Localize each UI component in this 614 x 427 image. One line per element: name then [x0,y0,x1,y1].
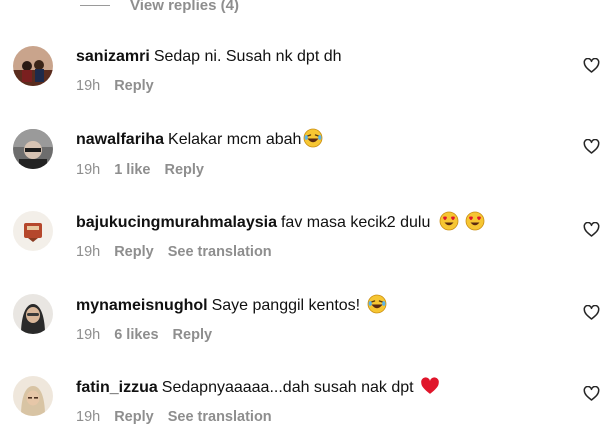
comment-time: 19h [76,409,101,425]
laughing-face-icon [367,294,387,314]
avatar[interactable] [13,211,53,251]
avatar-image [13,294,53,334]
comment-item: mynameisnughol Saye panggil kentos! 19h 6… [0,294,614,364]
comment-meta: 19h 6 likes Reply [76,326,226,344]
comment-text-line: mynameisnughol Saye panggil kentos! [76,294,387,317]
like-heart-icon[interactable] [583,305,600,320]
see-translation-button[interactable]: See translation [168,243,272,261]
comment-body: fav masa kecik2 dulu [280,214,431,231]
comment-item: fatin_izzua Sedapnyaaaaa...dah susah nak … [0,376,614,427]
reply-button[interactable]: Reply [173,326,213,344]
avatar-image [13,211,53,251]
like-heart-icon[interactable] [583,386,600,401]
comment-text-line: nawalfariha Kelakar mcm abah [76,128,323,151]
likes-count[interactable]: 6 likes [114,326,158,344]
comment-text-line: bajukucingmurahmalaysia fav masa kecik2 d… [76,211,485,234]
laughing-face-icon [303,128,323,148]
avatar-image [13,129,53,169]
comment-time: 19h [76,162,101,178]
avatar[interactable] [13,376,53,416]
comment-username[interactable]: mynameisnughol [76,297,208,314]
comment-text-line: fatin_izzua Sedapnyaaaaa...dah susah nak … [76,376,440,399]
comment-username[interactable]: sanizamri [76,48,150,65]
likes-count[interactable]: 1 like [114,161,150,179]
avatar[interactable] [13,46,53,86]
avatar[interactable] [13,294,53,334]
see-translation-button[interactable]: See translation [168,408,272,426]
reply-button[interactable]: Reply [114,408,154,426]
comment-body: Saye panggil kentos! [211,297,361,314]
view-replies-label: View replies (4) [130,0,239,14]
comment-time: 19h [76,327,101,343]
like-heart-icon[interactable] [583,139,600,154]
comment-item: bajukucingmurahmalaysia fav masa kecik2 d… [0,211,614,281]
comment-username[interactable]: fatin_izzua [76,379,158,396]
view-replies-button[interactable]: View replies (4) [80,0,239,14]
comment-meta: 19h Reply See translation [76,408,286,426]
comment-username[interactable]: nawalfariha [76,131,164,148]
comment-time: 19h [76,78,101,94]
red-heart-icon [420,376,440,396]
avatar-image [13,376,53,416]
replies-divider-line [80,4,110,6]
comment-item: nawalfariha Kelakar mcm abah 19h 1 like R… [0,128,614,198]
like-heart-icon[interactable] [583,222,600,237]
comment-item: sanizamri Sedap ni. Susah nk dpt dh 19h R… [0,46,614,116]
like-heart-icon[interactable] [583,58,600,73]
comment-meta: 19h 1 like Reply [76,161,218,179]
reply-button[interactable]: Reply [114,243,154,261]
avatar[interactable] [13,129,53,169]
reply-button[interactable]: Reply [164,161,204,179]
comment-body: Sedapnyaaaaa...dah susah nak dpt [161,379,414,396]
avatar-image [13,46,53,86]
reply-button[interactable]: Reply [114,77,154,95]
comment-meta: 19h Reply [76,77,168,95]
comment-username[interactable]: bajukucingmurahmalaysia [76,214,277,231]
comment-body: Kelakar mcm abah [168,131,302,148]
comment-text-line: sanizamri Sedap ni. Susah nk dpt dh [76,46,342,68]
comment-body: Sedap ni. Susah nk dpt dh [153,48,342,65]
comment-meta: 19h Reply See translation [76,243,286,261]
comment-time: 19h [76,244,101,260]
heart-eyes-face-icon [439,211,459,231]
heart-eyes-face-icon [465,211,485,231]
